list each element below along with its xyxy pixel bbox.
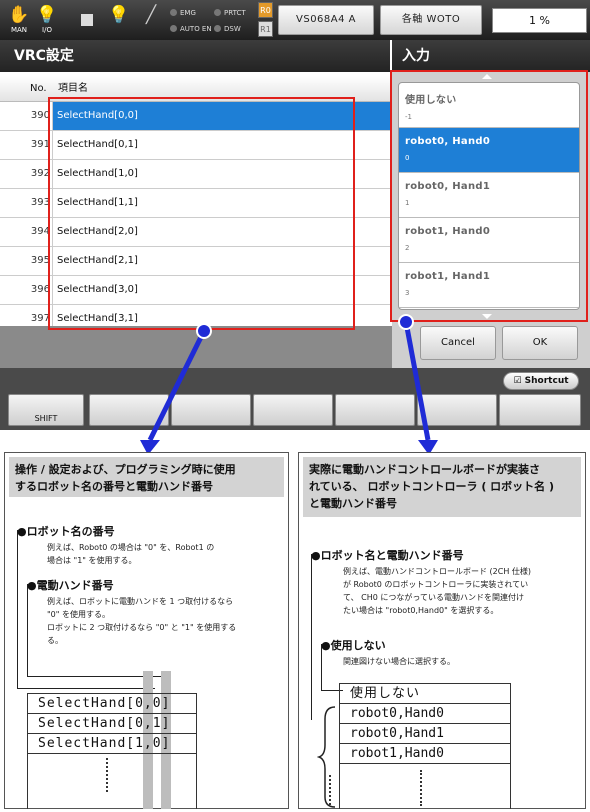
right-callout-heading: 実際に電動ハンドコントロールボードが実装さ れている、 ロボットコントローラ (… bbox=[303, 457, 581, 517]
brace-icon bbox=[317, 706, 336, 808]
continuation-dots bbox=[106, 758, 108, 792]
left-callout-box: 操作 / 設定および、プログラミング時に使用 するロボット名の番号と電動ハンド番… bbox=[4, 452, 289, 809]
connector-line bbox=[17, 530, 18, 688]
bullet-robot-number: ●ロボット名の番号 bbox=[17, 525, 115, 538]
bullet-robot-hand: ●ロボット名と電動ハンド番号 bbox=[311, 549, 464, 562]
selecthand-table: SelectHand[0,0] SelectHand[0,1] SelectHa… bbox=[27, 693, 197, 809]
table-row: SelectHand[0,0] bbox=[28, 694, 196, 714]
hand-number-desc: 例えば、ロボットに電動ハンドを 1 つ取付けるなら "0" を使用する。 ロボッ… bbox=[47, 597, 237, 645]
heading-line: と電動ハンド番号 bbox=[309, 497, 397, 510]
table-row: SelectHand[1,0] bbox=[28, 734, 196, 754]
right-callout-arrow bbox=[403, 321, 431, 441]
heading-line: 実際に電動ハンドコントロールボードが実装さ bbox=[309, 463, 540, 476]
connector-line bbox=[17, 688, 155, 689]
bullet-unused: ●使用しない bbox=[321, 639, 386, 652]
left-callout-arrow bbox=[147, 329, 207, 442]
right-callout-dot bbox=[398, 314, 414, 330]
heading-line: れている、 ロボットコントローラ ( ロボット名 ) bbox=[309, 480, 555, 493]
bullet-hand-number: ●電動ハンド番号 bbox=[27, 579, 114, 592]
connector-line bbox=[27, 584, 28, 676]
heading-line: するロボット名の番号と電動ハンド番号 bbox=[15, 480, 213, 493]
continuation-dots bbox=[420, 770, 422, 806]
callout-arrows bbox=[140, 314, 438, 455]
continuation-dots bbox=[329, 775, 331, 805]
right-callout-box: 実際に電動ハンドコントロールボードが実装さ れている、 ロボットコントローラ (… bbox=[298, 452, 586, 809]
table-row: SelectHand[0,1] bbox=[28, 714, 196, 734]
hand-option-table: 使用しない robot0,Hand0 robot0,Hand1 robot1,H… bbox=[339, 683, 511, 809]
left-callout-heading: 操作 / 設定および、プログラミング時に使用 するロボット名の番号と電動ハンド番… bbox=[9, 457, 284, 497]
robot-hand-desc: 例えば、電動ハンドコントロールボード (2CH 仕様) が Robot0 のロボ… bbox=[343, 567, 532, 615]
robot-number-desc: 例えば、Robot0 の場合は "0" を、Robot1 の 場合は "1" を… bbox=[47, 543, 215, 565]
heading-line: 操作 / 設定および、プログラミング時に使用 bbox=[15, 463, 236, 476]
connector-line bbox=[311, 554, 312, 720]
left-callout-dot bbox=[196, 323, 212, 339]
table-row: robot1,Hand0 bbox=[340, 744, 510, 764]
table-row: 使用しない bbox=[340, 684, 510, 704]
unused-desc: 関連図けない場合に選択する。 bbox=[343, 657, 455, 666]
table-row: robot0,Hand0 bbox=[340, 704, 510, 724]
table-row: robot0,Hand1 bbox=[340, 724, 510, 744]
